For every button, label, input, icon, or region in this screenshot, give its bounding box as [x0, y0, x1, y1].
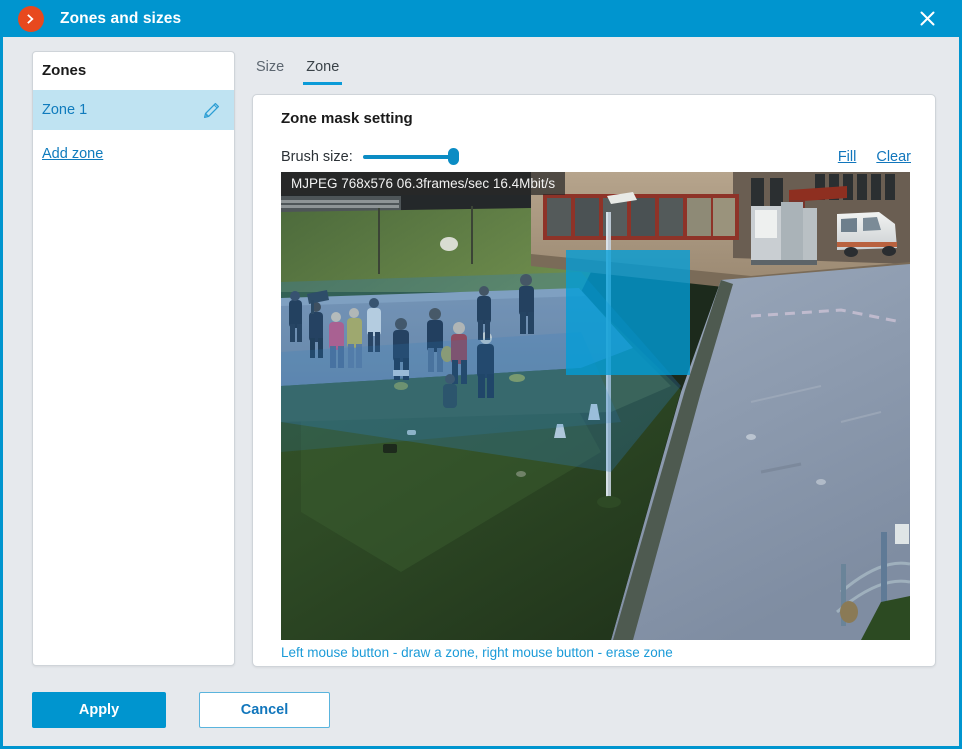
pencil-icon[interactable]: [200, 99, 222, 121]
cancel-button[interactable]: Cancel: [199, 692, 330, 728]
title-bar: Zones and sizes: [0, 0, 962, 37]
zones-and-sizes-dialog: Zones and sizes Zones Zone 1 Add zone Si…: [0, 0, 962, 749]
mouse-hint-text: Left mouse button - draw a zone, right m…: [281, 645, 673, 660]
zone-list-item[interactable]: Zone 1: [33, 90, 234, 130]
slider-track: [362, 155, 452, 159]
tab-size[interactable]: Size: [253, 59, 287, 85]
close-icon[interactable]: [914, 6, 940, 32]
video-osd-label: MJPEG 768x576 06.3frames/sec 16.4Mbit/s: [281, 172, 566, 195]
brush-size-row: Brush size: Fill Clear: [281, 145, 911, 169]
dialog-title: Zones and sizes: [60, 9, 182, 27]
slider-thumb[interactable]: [447, 148, 459, 165]
brush-size-slider[interactable]: [362, 147, 462, 167]
tab-bar: Size Zone: [253, 59, 343, 85]
mask-actions: Fill Clear: [838, 149, 911, 165]
zone-mask-card: Zone mask setting Brush size: Fill Clear: [252, 94, 936, 667]
fill-link[interactable]: Fill: [838, 149, 857, 165]
camera-scene: [281, 172, 910, 640]
apply-button[interactable]: Apply: [32, 692, 166, 728]
zones-heading: Zones: [42, 62, 87, 79]
card-title: Zone mask setting: [281, 110, 413, 127]
add-zone-link[interactable]: Add zone: [33, 146, 234, 162]
zone-label: Zone 1: [42, 102, 88, 118]
brush-size-label: Brush size:: [281, 149, 353, 165]
video-preview[interactable]: MJPEG 768x576 06.3frames/sec 16.4Mbit/s: [281, 172, 910, 640]
chevron-right-circle-icon: [18, 5, 44, 32]
zones-panel: Zones Zone 1 Add zone: [32, 51, 235, 666]
zone-mask-rectangle[interactable]: [566, 250, 690, 375]
clear-link[interactable]: Clear: [876, 149, 911, 165]
tab-zone[interactable]: Zone: [303, 59, 343, 85]
